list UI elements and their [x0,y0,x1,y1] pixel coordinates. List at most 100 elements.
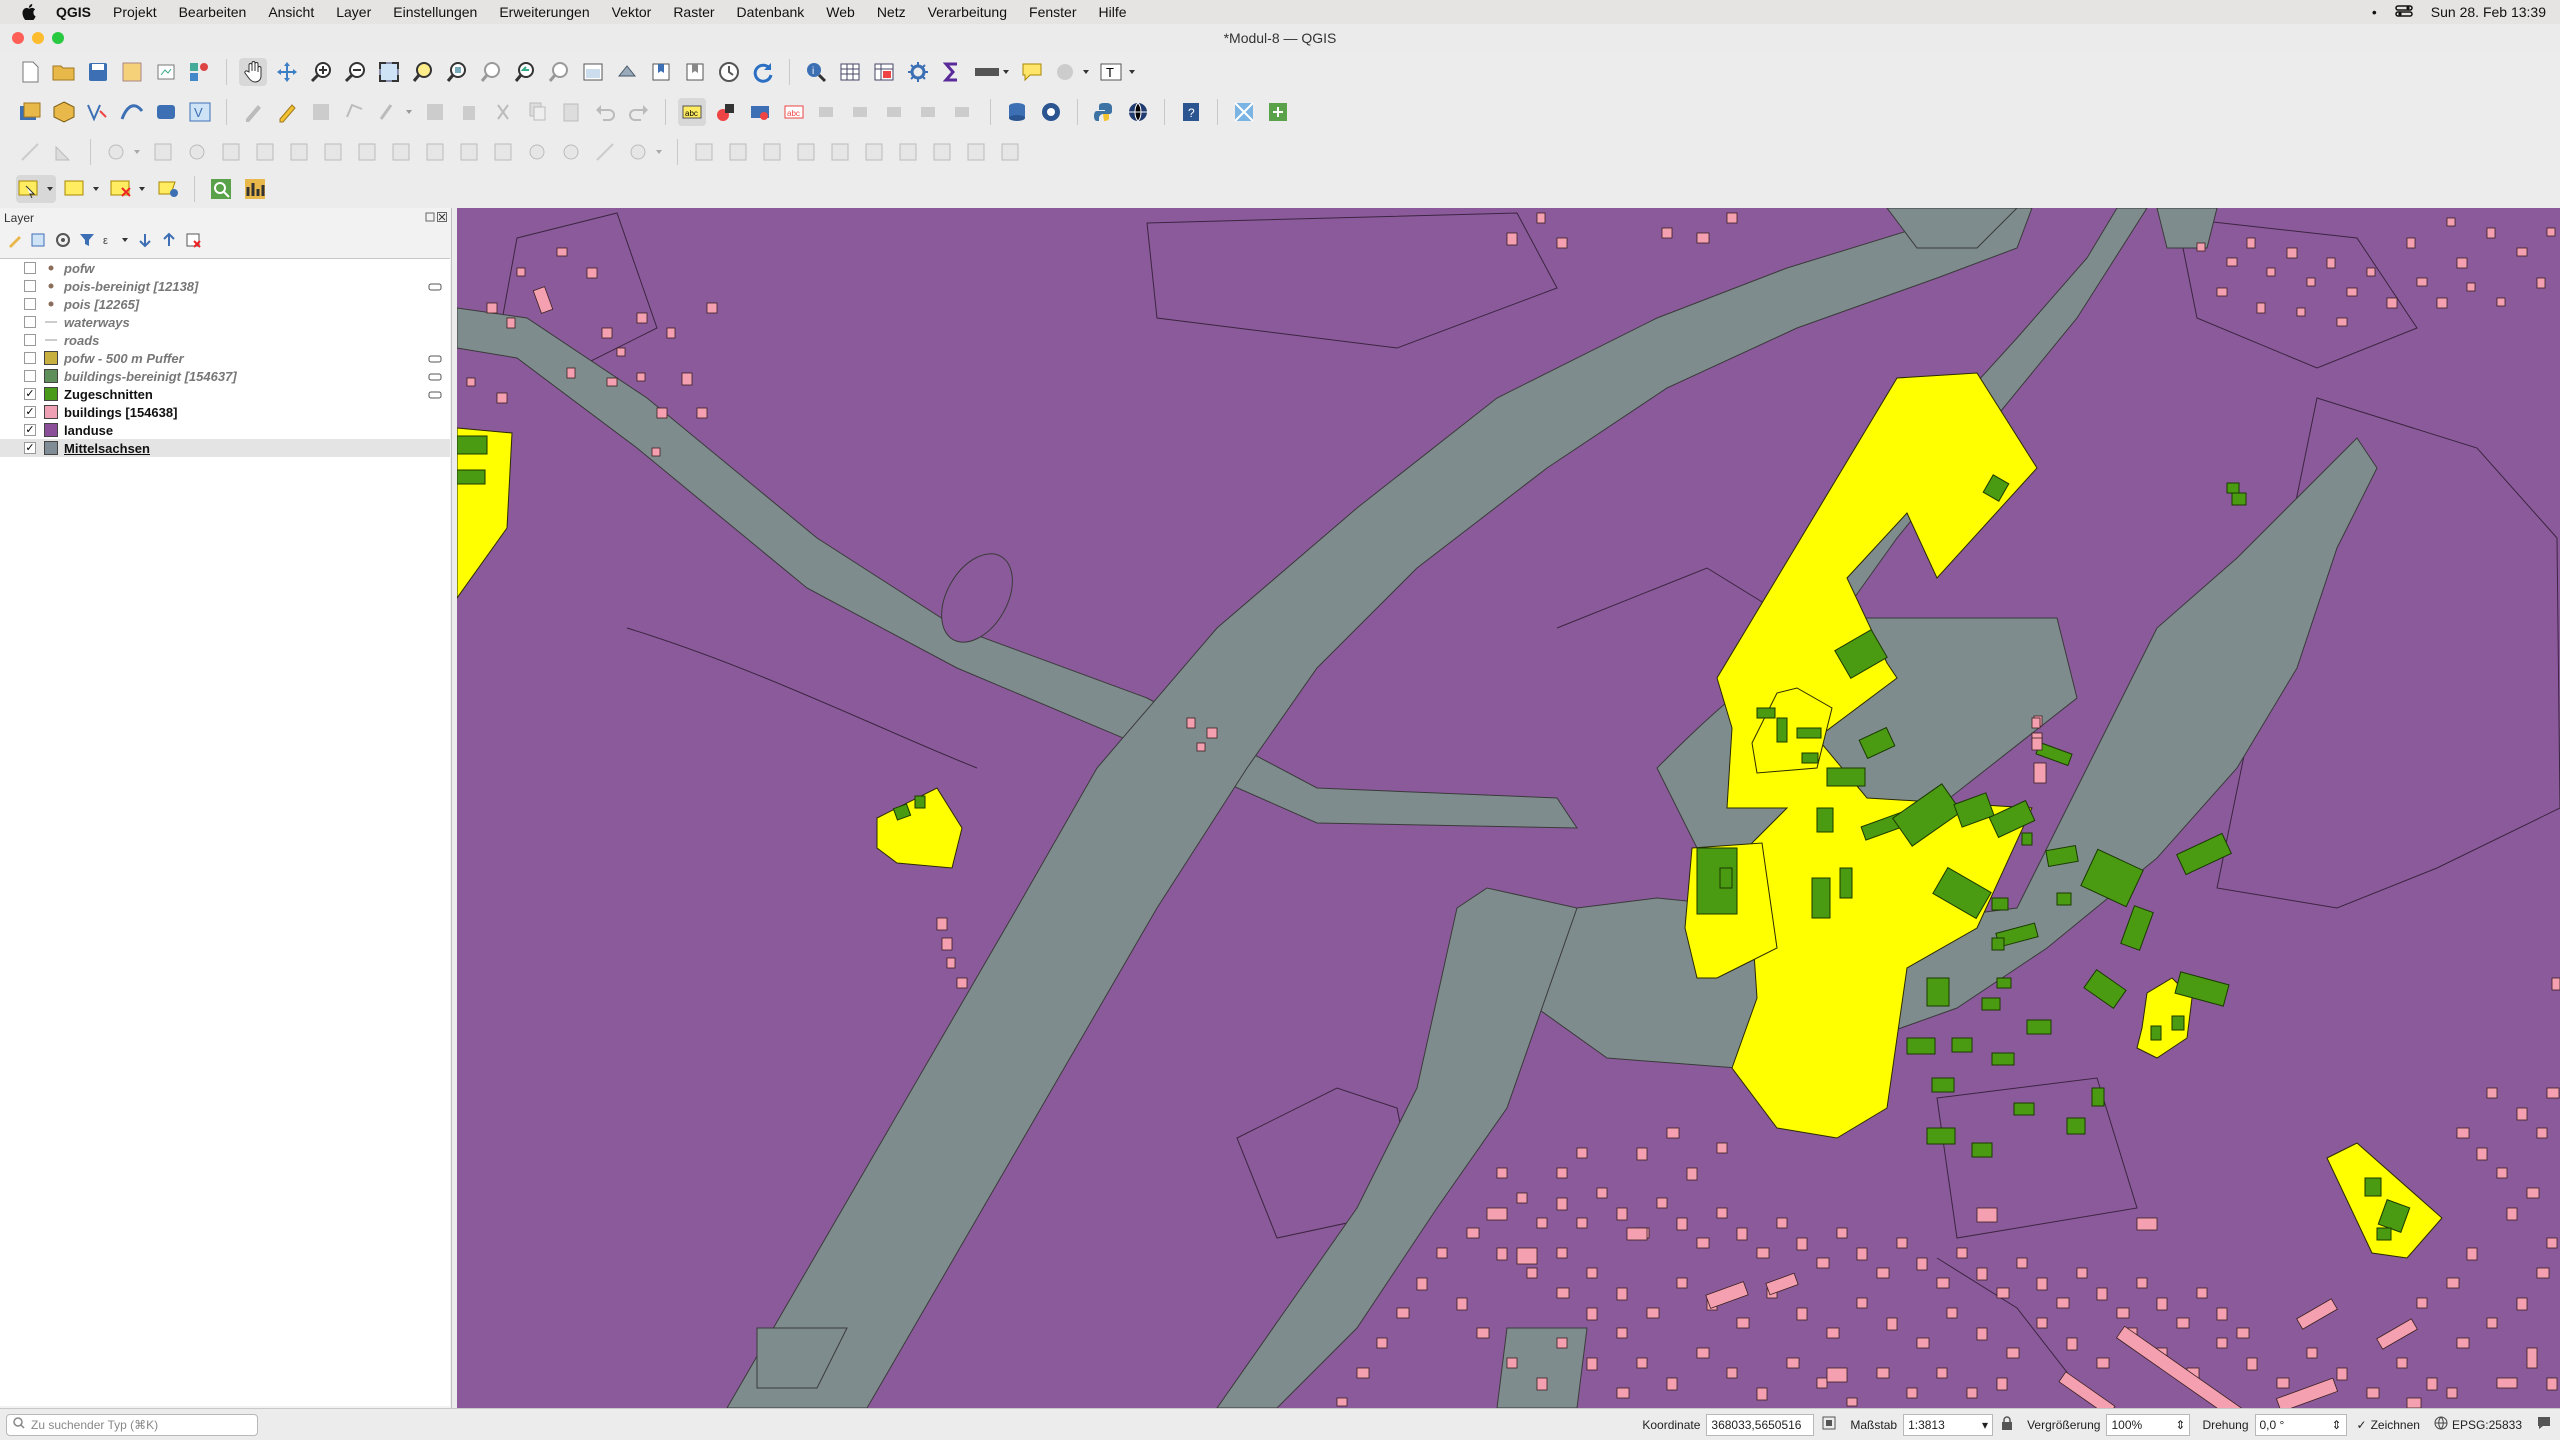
zoom-to-selection-icon[interactable] [409,58,437,86]
coordinate-field[interactable]: 368033,5650516 [1706,1413,1815,1436]
control-center-icon[interactable] [2395,4,2413,21]
close-panel-icon[interactable] [437,211,447,225]
filter-by-expression-icon[interactable]: ε [102,231,130,254]
layer-visibility-checkbox[interactable]: ✓ [24,442,36,454]
layer-visibility-checkbox[interactable]: ✓ [24,406,36,418]
offset-curve-icon[interactable] [353,138,381,166]
menu-ansicht[interactable]: Ansicht [257,4,325,20]
layer-styling-icon[interactable] [6,231,24,254]
shape-digitizing-icon[interactable] [50,138,78,166]
rotation-spinbox[interactable]: 0,0 ° ⇕ [2254,1413,2347,1436]
status-dot-icon[interactable]: • [2372,4,2377,20]
layer-visibility-checkbox[interactable]: ✓ [24,388,36,400]
processing-toolbox-icon[interactable] [904,58,932,86]
field-statistics-icon[interactable] [241,175,269,203]
show-bookmarks-icon[interactable] [681,58,709,86]
apple-icon[interactable] [16,0,42,24]
menu-raster[interactable]: Raster [662,4,725,20]
save-project-icon[interactable] [84,58,112,86]
new-virtual-layer-icon[interactable]: V [186,98,214,126]
float-panel-icon[interactable] [425,211,435,225]
align-top-icon[interactable] [758,138,786,166]
render-toggle[interactable]: ✓ Zeichnen [2357,1418,2420,1432]
messages-icon[interactable] [2536,1415,2552,1434]
menu-hilfe[interactable]: Hilfe [1087,4,1137,20]
layer-visibility-checkbox[interactable] [24,280,36,292]
field-calculator-icon[interactable] [870,58,898,86]
new-map-view-icon[interactable] [579,58,607,86]
split-features-icon[interactable] [387,138,415,166]
toggle-extents-icon[interactable] [1822,1416,1836,1433]
menu-vektor[interactable]: Vektor [601,4,663,20]
raster-calculator-icon[interactable] [1264,98,1292,126]
add-feature-icon[interactable] [341,98,369,126]
simplify-feature-icon[interactable] [826,138,854,166]
layer-visibility-checkbox[interactable] [24,352,36,364]
zoom-out-icon[interactable] [341,58,369,86]
map-canvas[interactable] [457,208,2560,1408]
move-diagram-icon[interactable] [950,98,978,126]
reverse-line-icon[interactable] [860,138,888,166]
manage-map-themes-icon[interactable] [54,231,72,254]
layer-visibility-checkbox[interactable] [24,262,36,274]
layer-visibility-checkbox[interactable]: ✓ [24,424,36,436]
toggle-editing-icon[interactable] [273,98,301,126]
new-spatialite-layer-icon[interactable] [152,98,180,126]
save-as-icon[interactable] [118,58,146,86]
rotate-point-symbols-icon[interactable] [523,138,551,166]
temporal-controller-icon[interactable] [715,58,743,86]
locator-search-icon[interactable] [207,175,235,203]
help-contents-icon[interactable]: ? [1177,98,1205,126]
layer-row[interactable]: ✓ Zugeschnitten [0,385,450,403]
align-left-icon[interactable] [690,138,718,166]
new-temporary-layer-icon[interactable] [118,98,146,126]
layer-row[interactable]: pois-bereinigt [12138] [0,277,450,295]
trim-extend-icon[interactable] [591,138,619,166]
select-features-icon[interactable] [16,175,56,203]
reshape-features-icon[interactable] [319,138,347,166]
menu-app-name[interactable]: QGIS [42,4,102,20]
menu-erweiterungen[interactable]: Erweiterungen [488,4,600,20]
scale-combo[interactable]: 1:3813 ▾ [1903,1413,1994,1436]
layer-row[interactable]: waterways [0,313,450,331]
layer-row[interactable]: roads [0,331,450,349]
render-checkbox[interactable]: ✓ [2357,1418,2367,1432]
select-by-location-icon[interactable] [154,175,182,203]
new-shapefile-layer-icon[interactable] [84,98,112,126]
menu-layer[interactable]: Layer [325,4,382,20]
current-edits-icon[interactable] [239,98,267,126]
menu-bearbeiten[interactable]: Bearbeiten [168,4,258,20]
redo-icon[interactable] [625,98,653,126]
zoom-window-button[interactable] [52,32,64,44]
crs-button[interactable]: EPSG:25833 [2434,1416,2522,1433]
text-annotation-icon[interactable]: T [1098,58,1138,86]
new-bookmark-icon[interactable] [647,58,675,86]
collapse-all-icon[interactable] [160,231,178,254]
layer-row[interactable]: buildings-bereinigt [154637] [0,367,450,385]
layer-visibility-checkbox[interactable] [24,334,36,346]
menu-verarbeitung[interactable]: Verarbeitung [917,4,1018,20]
menu-datenbank[interactable]: Datenbank [726,4,816,20]
layer-indicator-icon[interactable] [428,388,442,403]
menu-netz[interactable]: Netz [866,4,917,20]
locator-search-field[interactable]: Zu suchender Typ (⌘K) [6,1413,258,1436]
layer-row[interactable]: ✓ landuse [0,421,450,439]
clock-datetime[interactable]: Sun 28. Feb 13:39 [2431,4,2546,20]
layer-row[interactable]: pofw [0,259,450,277]
map-tips-icon[interactable] [1018,58,1046,86]
vertex-tool-icon[interactable] [375,98,415,126]
qgis-web-icon[interactable] [1124,98,1152,126]
merge-attributes-icon[interactable] [489,138,517,166]
add-group-icon[interactable] [30,231,48,254]
add-part-icon[interactable] [251,138,279,166]
georeferencer-icon[interactable] [1230,98,1258,126]
decorations-icon[interactable] [1052,58,1092,86]
metasearch-icon[interactable] [1037,98,1065,126]
save-layer-edits-icon[interactable] [307,98,335,126]
advanced-digitizing-icon[interactable] [16,138,44,166]
layer-row[interactable]: ✓ Mittelsachsen [0,439,450,457]
new-project-icon[interactable] [16,58,44,86]
align-bottom-icon[interactable] [792,138,820,166]
zoom-full-icon[interactable] [375,58,403,86]
menu-fenster[interactable]: Fenster [1018,4,1087,20]
